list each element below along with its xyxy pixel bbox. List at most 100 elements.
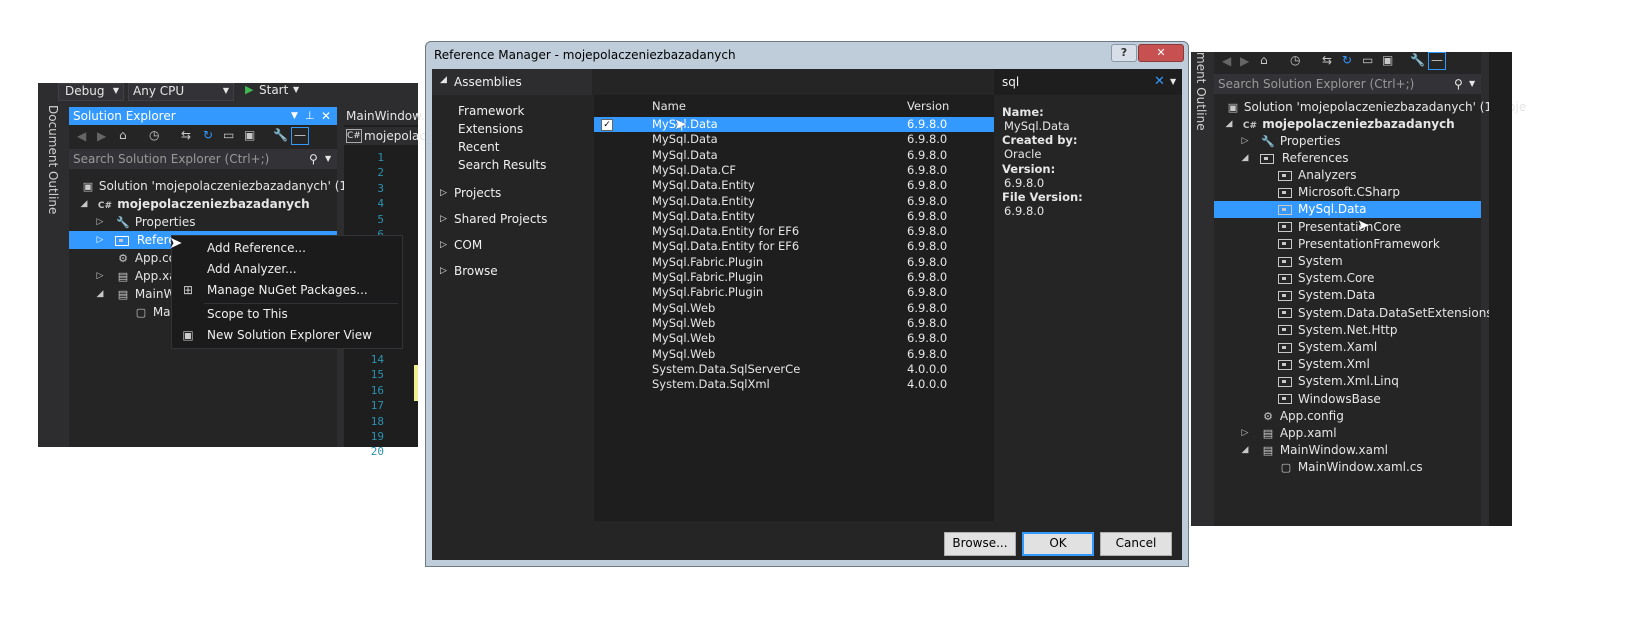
table-row[interactable]: MySql.Data.Entity for EF6 6.9.8.0 [594, 239, 994, 254]
tree-properties[interactable]: 🔧 Properties [1260, 132, 1340, 150]
back-icon[interactable]: ◀ [77, 129, 86, 143]
tree-project[interactable]: C# mojepolaczeniezbazadanych [97, 195, 310, 213]
tree-references[interactable]: References [1260, 149, 1349, 167]
tree-mainwindow-cs[interactable]: ▢ Ma [133, 303, 171, 321]
reference-item[interactable]: Microsoft.CSharp [1278, 183, 1400, 201]
table-row[interactable]: MySql.Data.Entity 6.9.8.0 [594, 178, 994, 193]
nav-com[interactable]: COM [454, 238, 482, 252]
start-button[interactable]: ▶ Start ▼ [243, 83, 323, 99]
nav-shared-projects[interactable]: Shared Projects [454, 212, 547, 226]
reference-item[interactable]: System.Xml [1278, 355, 1370, 373]
editor-tab[interactable]: MainWindow. [344, 107, 425, 125]
reference-item[interactable]: System [1278, 252, 1343, 270]
collapse-arrow-icon[interactable]: ▷ [95, 231, 105, 249]
menu-add-analyzer[interactable]: Add Analyzer... [172, 259, 402, 280]
menu-new-se-view[interactable]: ▣ New Solution Explorer View [172, 325, 402, 346]
table-row[interactable]: System.Data.SqlServerCe 4.0.0.0 [594, 362, 994, 377]
reference-item[interactable]: PresentationCore [1278, 218, 1401, 236]
reference-item[interactable]: System.Data [1278, 286, 1375, 304]
ok-button[interactable]: OK [1022, 532, 1094, 556]
search-box[interactable]: sql ✕ ▼ [994, 69, 1182, 95]
platform-dropdown[interactable]: Any CPU ▼ [128, 83, 234, 101]
tree-mainwindow[interactable]: ▤ MainWindow.xaml [1260, 441, 1388, 459]
table-row[interactable]: MySql.Data 6.9.8.0 [594, 132, 994, 147]
tree-references[interactable]: Refere [115, 231, 176, 249]
table-row[interactable]: MySql.Web 6.9.8.0 [594, 316, 994, 331]
reference-item[interactable]: System.Net.Http [1278, 321, 1398, 339]
sync-icon[interactable]: ⇆ [181, 128, 191, 142]
expand-arrow-icon[interactable]: ◢ [79, 195, 89, 213]
forward-icon[interactable]: ▶ [1240, 54, 1249, 68]
table-row[interactable]: MySql.Fabric.Plugin 6.9.8.0 [594, 270, 994, 285]
collapse-arrow-icon[interactable]: ▷ [1240, 424, 1250, 442]
table-row[interactable]: MySql.Data.Entity for EF6 6.9.8.0 [594, 224, 994, 239]
se-search-box[interactable]: Search Solution Explorer (Ctrl+;) ⚲ ▼ [1214, 74, 1481, 94]
nav-framework[interactable]: Framework [458, 104, 524, 118]
se-search-box[interactable]: Search Solution Explorer (Ctrl+;) ⚲ ▼ [69, 149, 337, 169]
reference-item[interactable]: WindowsBase [1278, 390, 1381, 408]
reference-item[interactable]: System.Core [1278, 269, 1374, 287]
help-button[interactable]: ? [1111, 44, 1137, 62]
history-icon[interactable]: ◷ [149, 128, 159, 142]
nav-recent[interactable]: Recent [458, 140, 499, 154]
table-row[interactable]: System.Data.SqlXml 4.0.0.0 [594, 377, 994, 392]
menu-add-reference[interactable]: Add Reference... [172, 238, 402, 259]
config-dropdown[interactable]: Debug ▼ [58, 83, 124, 101]
table-row[interactable]: MySql.Data 6.9.8.0 [594, 117, 994, 132]
tree-mainwindow-cs[interactable]: ▢ MainWindow.xaml.cs [1278, 458, 1423, 476]
expand-arrow-icon[interactable]: ◢ [1240, 441, 1250, 459]
editor-breadcrumb[interactable]: C# mojepolac [344, 127, 426, 145]
refresh-icon[interactable]: ↻ [203, 128, 213, 142]
preview-icon[interactable]: — [1428, 52, 1446, 70]
show-files-icon[interactable]: ▣ [244, 128, 255, 142]
browse-button[interactable]: Browse... [944, 532, 1016, 556]
reference-item[interactable]: System.Xml.Linq [1278, 372, 1399, 390]
reference-item[interactable]: MySql.Data [1278, 200, 1367, 218]
tree-project[interactable]: C# mojepolaczeniezbazadanych [1242, 115, 1455, 133]
table-row[interactable]: MySql.Fabric.Plugin 6.9.8.0 [594, 285, 994, 300]
expand-arrow-icon[interactable]: ◢ [95, 285, 105, 303]
tree-app-xaml[interactable]: ▤ App.xa [115, 267, 177, 285]
collapse-arrow-icon[interactable]: ▷ [95, 267, 105, 285]
nav-projects[interactable]: Projects [454, 186, 501, 200]
nav-browse[interactable]: Browse [454, 264, 498, 278]
menu-manage-nuget[interactable]: ⊞ Manage NuGet Packages... [172, 280, 402, 301]
reference-item[interactable]: System.Data.DataSetExtensions [1278, 304, 1493, 322]
forward-icon[interactable]: ▶ [97, 129, 106, 143]
reference-item[interactable]: System.Xaml [1278, 338, 1377, 356]
nav-extensions[interactable]: Extensions [458, 122, 523, 136]
reference-item[interactable]: Analyzers [1278, 166, 1356, 184]
tree-properties[interactable]: 🔧 Properties [115, 213, 195, 231]
tree-app-config[interactable]: ⚙ App.co [115, 249, 176, 267]
table-row[interactable]: MySql.Data.Entity 6.9.8.0 [594, 209, 994, 224]
table-row[interactable]: MySql.Web 6.9.8.0 [594, 301, 994, 316]
collapse-icon[interactable]: ▭ [223, 128, 234, 142]
table-row[interactable]: MySql.Data.Entity 6.9.8.0 [594, 194, 994, 209]
table-row[interactable]: MySql.Fabric.Plugin 6.9.8.0 [594, 255, 994, 270]
document-outline-tab[interactable]: ment Outline [1191, 52, 1212, 526]
menu-scope-to-this[interactable]: Scope to This [172, 304, 402, 325]
assemblies-header[interactable]: ◢ Assemblies [432, 69, 592, 95]
history-icon[interactable]: ◷ [1290, 53, 1300, 67]
column-version-header[interactable]: Version [907, 99, 949, 114]
chevron-down-icon[interactable]: ▼ [1170, 77, 1176, 86]
collapse-arrow-icon[interactable]: ▷ [95, 213, 105, 231]
tree-app-xaml[interactable]: ▤ App.xaml [1260, 424, 1337, 442]
home-icon[interactable]: ⌂ [1260, 53, 1268, 67]
collapse-arrow-icon[interactable]: ▷ [1240, 132, 1250, 150]
tree-solution[interactable]: ▣ Solution 'mojepolaczeniezbazadanych' (… [81, 177, 381, 195]
expand-arrow-icon[interactable]: ◢ [1240, 149, 1250, 167]
wrench-icon[interactable]: 🔧 [273, 128, 288, 142]
pin-icon[interactable]: ⊥ [305, 107, 315, 125]
tree-mainwindow[interactable]: ▤ MainW [115, 285, 176, 303]
document-outline-tab[interactable]: Document Outline [38, 101, 68, 447]
tree-app-config[interactable]: ⚙ App.config [1260, 407, 1344, 425]
table-row[interactable]: MySql.Data.CF 6.9.8.0 [594, 163, 994, 178]
expand-arrow-icon[interactable]: ◢ [1224, 115, 1234, 133]
column-name-header[interactable]: Name [652, 99, 686, 114]
close-icon[interactable]: ✕ [321, 107, 331, 125]
table-row[interactable]: MySql.Web 6.9.8.0 [594, 331, 994, 346]
clear-search-icon[interactable]: ✕ [1154, 74, 1165, 89]
preview-icon[interactable]: — [291, 127, 309, 145]
refresh-icon[interactable]: ↻ [1342, 53, 1352, 67]
